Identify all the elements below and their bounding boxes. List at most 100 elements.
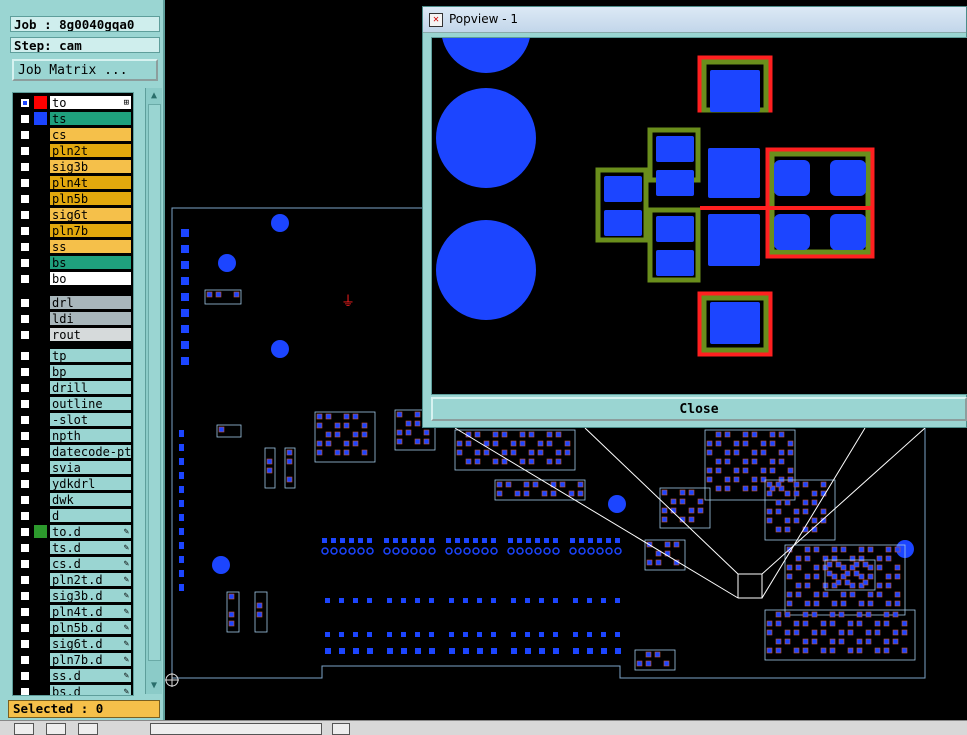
scroll-thumb[interactable] xyxy=(148,104,161,661)
toolbar-icon-1[interactable] xyxy=(14,723,34,735)
layer-row-cs.d[interactable]: cs.d ✎ xyxy=(14,556,133,571)
layer-row-to.d[interactable]: to.d ✎ xyxy=(14,524,133,539)
layer-scrollbar[interactable]: ▲ ▼ xyxy=(145,88,162,694)
via xyxy=(463,547,471,555)
layer-checkbox[interactable] xyxy=(20,194,30,204)
smd-pad xyxy=(215,291,222,298)
layer-row-bp[interactable]: bp xyxy=(14,364,133,379)
job-matrix-button[interactable]: Job Matrix ... xyxy=(12,59,158,81)
layer-row-npth[interactable]: npth xyxy=(14,428,133,443)
layer-row-sig6t[interactable]: sig6t xyxy=(14,207,133,222)
layer-checkbox[interactable] xyxy=(20,130,30,140)
smd-pad xyxy=(708,214,760,266)
smd-pad xyxy=(661,516,668,523)
toolbar-icon-2[interactable] xyxy=(46,723,66,735)
layer-checkbox[interactable] xyxy=(20,178,30,188)
layer-color-swatch xyxy=(34,256,47,269)
layer-checkbox[interactable] xyxy=(20,226,30,236)
layer-row-sig3b.d[interactable]: sig3b.d ✎ xyxy=(14,588,133,603)
layer-row-drl[interactable]: drl xyxy=(14,295,133,310)
layer-row-tp[interactable]: tp xyxy=(14,348,133,363)
layer-row--slot[interactable]: -slot xyxy=(14,412,133,427)
layer-row-sig3b[interactable]: sig3b xyxy=(14,159,133,174)
layer-checkbox[interactable] xyxy=(20,146,30,156)
layer-checkbox[interactable] xyxy=(20,258,30,268)
layer-row-pln2t[interactable]: pln2t xyxy=(14,143,133,158)
layer-checkbox[interactable] xyxy=(20,511,30,521)
layer-row-pln7b.d[interactable]: pln7b.d ✎ xyxy=(14,652,133,667)
layer-row-ldi[interactable]: ldi xyxy=(14,311,133,326)
popview-titlebar[interactable]: ✕ Popview - 1 xyxy=(423,7,966,33)
layer-checkbox[interactable] xyxy=(20,687,30,695)
layer-checkbox[interactable] xyxy=(20,607,30,617)
layer-row-pln5b.d[interactable]: pln5b.d ✎ xyxy=(14,620,133,635)
layer-color-swatch xyxy=(34,525,47,538)
layer-checkbox[interactable] xyxy=(20,399,30,409)
layer-checkbox[interactable] xyxy=(20,383,30,393)
layer-row-bo[interactable]: bo xyxy=(14,271,133,286)
command-field[interactable] xyxy=(150,723,322,735)
layer-checkbox[interactable] xyxy=(20,527,30,537)
layer-checkbox[interactable] xyxy=(20,591,30,601)
layer-row-ydkdrl[interactable]: ydkdrl xyxy=(14,476,133,491)
layer-row-d[interactable]: d xyxy=(14,508,133,523)
layer-checkbox[interactable] xyxy=(20,274,30,284)
layer-row-bs.d[interactable]: bs.d ✎ xyxy=(14,684,133,695)
smd-pad xyxy=(535,538,540,543)
layer-checkbox[interactable] xyxy=(20,314,30,324)
layer-checkbox[interactable] xyxy=(20,575,30,585)
layer-row-datecode-pto[interactable]: datecode-pto xyxy=(14,444,133,459)
scroll-down-icon[interactable]: ▼ xyxy=(148,680,160,692)
layer-checkbox[interactable] xyxy=(20,415,30,425)
smd-pad xyxy=(751,458,758,465)
layer-row-ss.d[interactable]: ss.d ✎ xyxy=(14,668,133,683)
layer-checkbox[interactable] xyxy=(20,98,30,108)
layer-row-outline[interactable]: outline xyxy=(14,396,133,411)
toolbar-icon-4[interactable] xyxy=(332,723,350,735)
layer-checkbox[interactable] xyxy=(20,639,30,649)
layer-checkbox[interactable] xyxy=(20,495,30,505)
layer-row-pln4t[interactable]: pln4t xyxy=(14,175,133,190)
layer-row-pln4t.d[interactable]: pln4t.d ✎ xyxy=(14,604,133,619)
layer-checkbox[interactable] xyxy=(20,351,30,361)
layer-checkbox[interactable] xyxy=(20,559,30,569)
layer-row-drill[interactable]: drill xyxy=(14,380,133,395)
layer-checkbox[interactable] xyxy=(20,543,30,553)
layer-checkbox[interactable] xyxy=(20,671,30,681)
scroll-up-icon[interactable]: ▲ xyxy=(148,90,160,102)
layer-row-ts.d[interactable]: ts.d ✎ xyxy=(14,540,133,555)
layer-color-swatch xyxy=(34,96,47,109)
smd-pad xyxy=(853,561,860,568)
layer-checkbox[interactable] xyxy=(20,479,30,489)
layer-row-ts[interactable]: ts xyxy=(14,111,133,126)
smd-pad xyxy=(482,538,487,543)
layer-checkbox[interactable] xyxy=(20,210,30,220)
layer-checkbox[interactable] xyxy=(20,162,30,172)
layer-row-sig6t.d[interactable]: sig6t.d ✎ xyxy=(14,636,133,651)
layer-checkbox[interactable] xyxy=(20,242,30,252)
layer-row-to[interactable]: to ⊞ xyxy=(14,95,133,110)
smd-pad xyxy=(876,555,883,562)
layer-checkbox[interactable] xyxy=(20,447,30,457)
layer-row-bs[interactable]: bs xyxy=(14,255,133,270)
layer-row-pln7b[interactable]: pln7b xyxy=(14,223,133,238)
layer-checkbox[interactable] xyxy=(20,655,30,665)
layer-checkbox[interactable] xyxy=(20,367,30,377)
layer-checkbox[interactable] xyxy=(20,623,30,633)
layer-checkbox[interactable] xyxy=(20,431,30,441)
layer-row-rout[interactable]: rout xyxy=(14,327,133,342)
layer-checkbox[interactable] xyxy=(20,298,30,308)
layer-checkbox[interactable] xyxy=(20,114,30,124)
layer-row-ss[interactable]: ss xyxy=(14,239,133,254)
layer-row-dwk[interactable]: dwk xyxy=(14,492,133,507)
smd-pad xyxy=(491,632,496,637)
layer-row-svia[interactable]: svia xyxy=(14,460,133,475)
layer-checkbox[interactable] xyxy=(20,330,30,340)
close-button[interactable]: Close xyxy=(431,397,967,421)
layer-row-pln2t.d[interactable]: pln2t.d ✎ xyxy=(14,572,133,587)
layer-row-pln5b[interactable]: pln5b xyxy=(14,191,133,206)
layer-row-cs[interactable]: cs xyxy=(14,127,133,142)
toolbar-icon-3[interactable] xyxy=(78,723,98,735)
layer-checkbox[interactable] xyxy=(20,463,30,473)
popview-canvas[interactable] xyxy=(431,37,967,395)
